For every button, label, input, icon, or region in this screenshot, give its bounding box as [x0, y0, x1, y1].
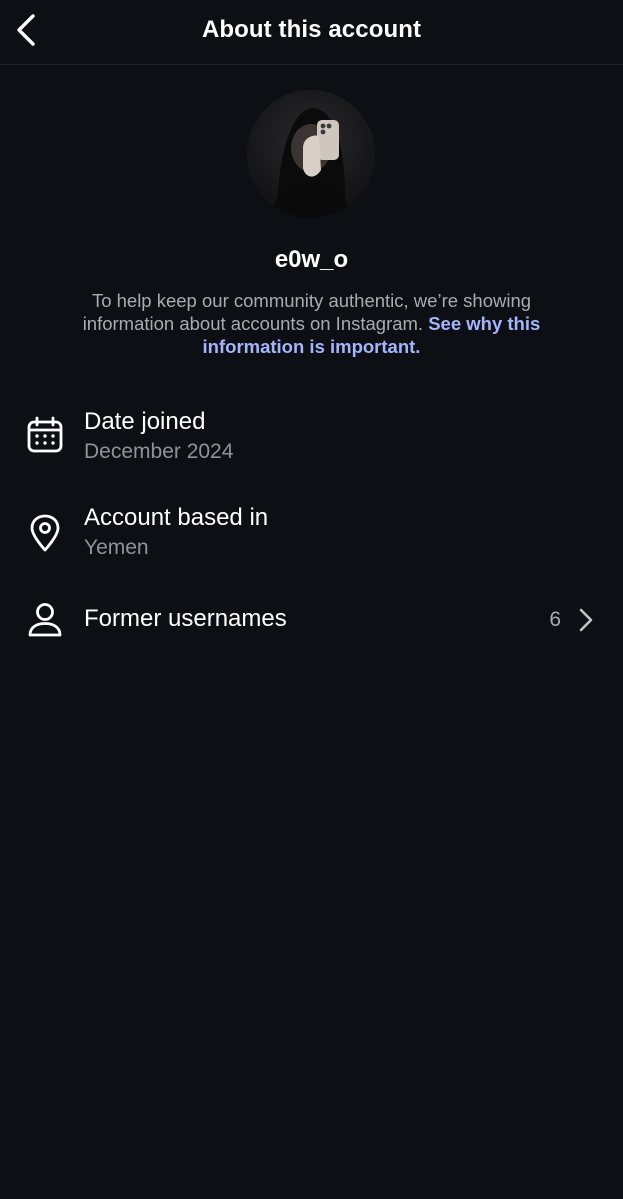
account-based-in-value: Yemen: [84, 536, 149, 559]
chevron-right-icon: [579, 608, 593, 632]
account-based-in-label: Account based in: [84, 504, 269, 531]
header-bar: About this account: [0, 0, 623, 65]
person-icon: [24, 599, 66, 641]
former-usernames-row[interactable]: Former usernames 6: [0, 592, 623, 648]
date-joined-row: Date joined December 2024: [0, 400, 623, 476]
profile-photo: [247, 90, 375, 218]
explanation-text: To help keep our community authentic, we…: [50, 289, 573, 358]
calendar-icon: [24, 414, 66, 456]
username: e0w_o: [274, 246, 349, 273]
location-pin-icon: [24, 512, 66, 554]
account-based-in-row: Account based in Yemen: [0, 496, 623, 572]
page-title: About this account: [201, 16, 422, 43]
about-this-account-screen: About this account e0w_o To help keep ou…: [0, 0, 623, 1199]
date-joined-value: December 2024: [84, 440, 234, 463]
avatar: [247, 90, 375, 218]
former-usernames-count: 6: [549, 608, 561, 631]
former-usernames-label: Former usernames: [84, 605, 287, 632]
date-joined-label: Date joined: [84, 408, 206, 435]
